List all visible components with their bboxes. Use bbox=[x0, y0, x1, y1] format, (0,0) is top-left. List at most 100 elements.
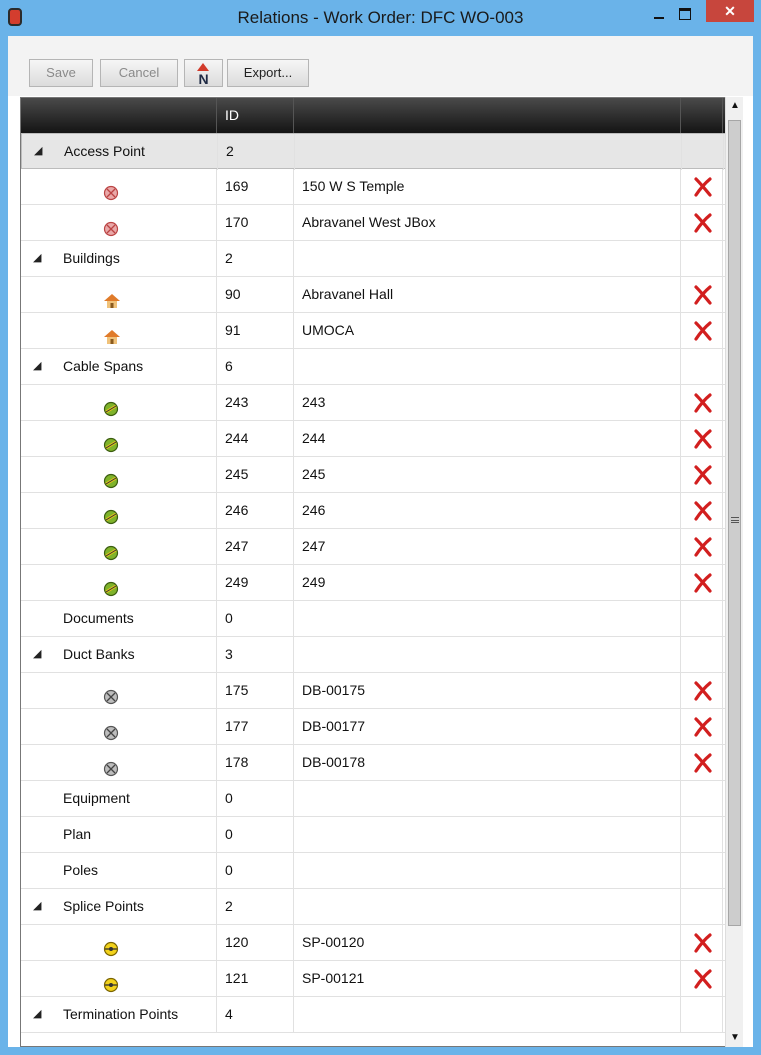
maximize-button[interactable] bbox=[672, 4, 698, 26]
cable-span-icon bbox=[103, 431, 119, 453]
cable-span-icon bbox=[103, 503, 119, 525]
duct-bank-icon bbox=[103, 683, 119, 705]
expander-icon[interactable]: ◢ bbox=[33, 637, 41, 672]
relation-name: 243 bbox=[294, 385, 681, 421]
cancel-button[interactable]: Cancel bbox=[100, 59, 178, 87]
delete-cell bbox=[681, 385, 723, 421]
grid-header: ID bbox=[21, 98, 736, 133]
category-label: Buildings bbox=[63, 250, 120, 266]
relation-row[interactable]: 246 246 bbox=[21, 493, 736, 529]
relation-row[interactable]: 170 Abravanel West JBox bbox=[21, 205, 736, 241]
relation-name: 245 bbox=[294, 457, 681, 493]
relation-id: 177 bbox=[217, 709, 294, 745]
row-label-cell bbox=[21, 961, 217, 997]
row-label-cell bbox=[21, 169, 217, 205]
delete-icon[interactable] bbox=[692, 212, 714, 234]
duct-bank-icon bbox=[103, 755, 119, 777]
row-label-cell bbox=[21, 385, 217, 421]
delete-icon[interactable] bbox=[692, 752, 714, 774]
header-id-column[interactable]: ID bbox=[217, 98, 294, 133]
delete-icon[interactable] bbox=[692, 500, 714, 522]
delete-icon[interactable] bbox=[692, 284, 714, 306]
north-arrow-button[interactable]: N bbox=[184, 59, 223, 87]
relation-row[interactable]: 175 DB-00175 bbox=[21, 673, 736, 709]
expander-icon[interactable]: ◢ bbox=[33, 889, 41, 924]
delete-cell bbox=[681, 493, 723, 529]
scrollbar-thumb[interactable] bbox=[728, 120, 741, 926]
vertical-scrollbar[interactable]: ▲ ▼ bbox=[725, 97, 743, 1047]
relation-id: 244 bbox=[217, 421, 294, 457]
relation-row[interactable]: 121 SP-00121 bbox=[21, 961, 736, 997]
save-button[interactable]: Save bbox=[29, 59, 93, 87]
relation-row[interactable]: 247 247 bbox=[21, 529, 736, 565]
relation-name: DB-00175 bbox=[294, 673, 681, 709]
access-point-icon bbox=[103, 179, 119, 201]
relation-row[interactable]: 243 243 bbox=[21, 385, 736, 421]
category-row[interactable]: ◢ Duct Banks 3 bbox=[21, 637, 736, 673]
close-button[interactable]: ✕ bbox=[706, 0, 754, 22]
category-row[interactable]: Documents 0 bbox=[21, 601, 736, 637]
delete-icon[interactable] bbox=[692, 176, 714, 198]
category-label: Duct Banks bbox=[63, 646, 135, 662]
header-expander-column[interactable] bbox=[21, 98, 217, 133]
delete-icon[interactable] bbox=[692, 392, 714, 414]
empty-cell bbox=[294, 601, 681, 637]
delete-icon[interactable] bbox=[692, 716, 714, 738]
row-label-cell bbox=[21, 457, 217, 493]
delete-icon[interactable] bbox=[692, 428, 714, 450]
category-row[interactable]: ◢ Termination Points 4 bbox=[21, 997, 736, 1033]
category-count: 0 bbox=[217, 853, 294, 889]
scroll-down-button[interactable]: ▼ bbox=[726, 1029, 744, 1047]
scroll-up-button[interactable]: ▲ bbox=[726, 97, 744, 115]
relation-row[interactable]: 91 UMOCA bbox=[21, 313, 736, 349]
delete-cell bbox=[681, 637, 723, 673]
relation-row[interactable]: 169 150 W S Temple bbox=[21, 169, 736, 205]
category-row[interactable]: Poles 0 bbox=[21, 853, 736, 889]
title-bar[interactable]: Relations - Work Order: DFC WO-003 ✕ bbox=[0, 0, 761, 36]
expander-icon[interactable]: ◢ bbox=[34, 134, 42, 169]
relation-row[interactable]: 90 Abravanel Hall bbox=[21, 277, 736, 313]
row-label-cell bbox=[21, 421, 217, 457]
category-count: 0 bbox=[217, 781, 294, 817]
grip-icon bbox=[731, 517, 739, 523]
empty-cell bbox=[295, 134, 682, 170]
relation-id: 249 bbox=[217, 565, 294, 601]
category-row[interactable]: Plan 0 bbox=[21, 817, 736, 853]
category-count: 3 bbox=[217, 637, 294, 673]
delete-cell bbox=[681, 889, 723, 925]
category-label: Poles bbox=[63, 862, 99, 878]
category-row[interactable]: ◢ Access Point 2 bbox=[21, 133, 736, 170]
delete-icon[interactable] bbox=[692, 968, 714, 990]
category-row[interactable]: ◢ Cable Spans 6 bbox=[21, 349, 736, 385]
delete-icon[interactable] bbox=[692, 680, 714, 702]
delete-cell bbox=[681, 853, 723, 889]
delete-icon[interactable] bbox=[692, 320, 714, 342]
expander-icon[interactable]: ◢ bbox=[33, 349, 41, 384]
relation-row[interactable]: 178 DB-00178 bbox=[21, 745, 736, 781]
delete-icon[interactable] bbox=[692, 536, 714, 558]
minimize-button[interactable] bbox=[646, 4, 672, 26]
relation-name: 247 bbox=[294, 529, 681, 565]
header-name-column[interactable] bbox=[294, 98, 681, 133]
category-row[interactable]: ◢ Splice Points 2 bbox=[21, 889, 736, 925]
delete-icon[interactable] bbox=[692, 572, 714, 594]
relation-row[interactable]: 120 SP-00120 bbox=[21, 925, 736, 961]
relation-row[interactable]: 249 249 bbox=[21, 565, 736, 601]
row-label-cell: ◢ Splice Points bbox=[21, 889, 217, 925]
relation-row[interactable]: 177 DB-00177 bbox=[21, 709, 736, 745]
row-label-cell: Documents bbox=[21, 601, 217, 637]
category-row[interactable]: ◢ Buildings 2 bbox=[21, 241, 736, 277]
relation-name: 244 bbox=[294, 421, 681, 457]
relation-name: DB-00178 bbox=[294, 745, 681, 781]
relation-row[interactable]: 244 244 bbox=[21, 421, 736, 457]
expander-icon[interactable]: ◢ bbox=[33, 997, 41, 1032]
relation-row[interactable]: 245 245 bbox=[21, 457, 736, 493]
row-label-cell: ◢ Access Point bbox=[22, 134, 218, 170]
category-row[interactable]: Equipment 0 bbox=[21, 781, 736, 817]
relation-id: 169 bbox=[217, 169, 294, 205]
delete-icon[interactable] bbox=[692, 464, 714, 486]
export-button[interactable]: Export... bbox=[227, 59, 309, 87]
expander-icon[interactable]: ◢ bbox=[33, 241, 41, 276]
header-delete-column[interactable] bbox=[681, 98, 723, 133]
delete-icon[interactable] bbox=[692, 932, 714, 954]
